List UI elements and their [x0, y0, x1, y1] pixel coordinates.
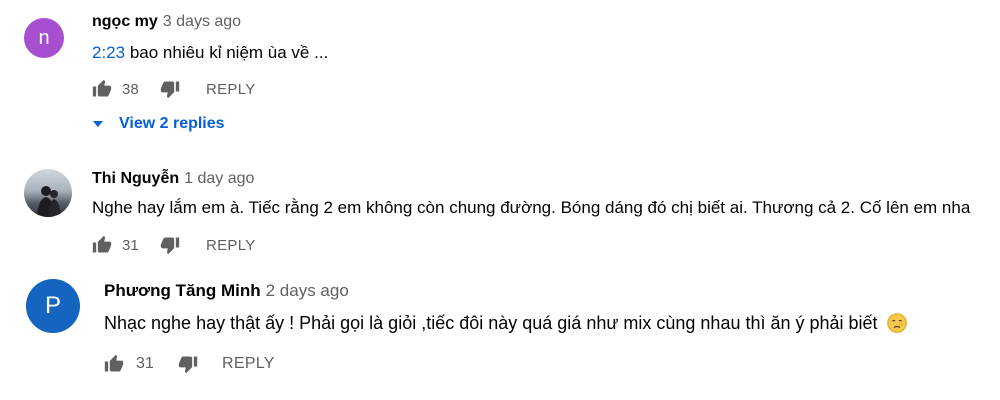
avatar[interactable] [24, 169, 72, 217]
comment-time[interactable]: 3 days ago [163, 13, 241, 30]
comment-text: 2:23 bao nhiêu kỉ niệm ùa về ... [92, 43, 328, 63]
comment-actions: 31 REPLY [92, 235, 256, 255]
comment-body: bao nhiêu kỉ niệm ùa về ... [125, 43, 329, 62]
avatar[interactable]: n [24, 18, 64, 58]
comment-actions: 38 REPLY [92, 79, 256, 99]
dropdown-arrow-icon [93, 121, 103, 127]
comment-header: Thi Nguyễn 1 day ago [92, 170, 254, 188]
comment-header: ngọc my 3 days ago [92, 13, 241, 31]
thumbs-up-icon[interactable] [92, 235, 112, 255]
avatar-letter: P [44, 292, 61, 319]
timestamp-link[interactable]: 2:23 [92, 43, 125, 62]
crying-face-icon [886, 313, 907, 333]
comment-actions: 31 REPLY [104, 354, 275, 374]
thumbs-up-icon[interactable] [104, 354, 124, 374]
reply-button[interactable]: REPLY [206, 237, 256, 254]
comment-header: Phương Tăng Minh 2 days ago [104, 281, 349, 301]
reply-button[interactable]: REPLY [206, 81, 256, 98]
view-replies-button[interactable]: View 2 replies [93, 115, 225, 133]
view-replies-label: View 2 replies [119, 115, 225, 132]
profile-photo [37, 186, 61, 217]
comment-text: Nhạc nghe hay thật ấy ! Phải gọi là giỏi… [104, 313, 907, 334]
thumbs-up-icon[interactable] [92, 79, 112, 99]
like-count: 31 [136, 355, 154, 372]
like-count: 31 [122, 236, 139, 254]
author-name[interactable]: Phương Tăng Minh [104, 281, 261, 300]
thumbs-down-icon[interactable] [160, 235, 180, 255]
comment-time[interactable]: 1 day ago [184, 170, 254, 187]
comment-body: Nhạc nghe hay thật ấy ! Phải gọi là giỏi… [104, 313, 878, 333]
like-count: 38 [122, 80, 139, 98]
avatar-letter: n [38, 26, 50, 49]
comment-time[interactable]: 2 days ago [266, 281, 349, 300]
avatar[interactable]: P [26, 279, 80, 333]
comment-text: Nghe hay lắm em à. Tiếc rằng 2 em không … [92, 198, 971, 217]
author-name[interactable]: Thi Nguyễn [92, 170, 179, 187]
thumbs-down-icon[interactable] [160, 79, 180, 99]
reply-button[interactable]: REPLY [222, 355, 275, 373]
thumbs-down-icon[interactable] [178, 354, 198, 374]
author-name[interactable]: ngọc my [92, 13, 158, 30]
